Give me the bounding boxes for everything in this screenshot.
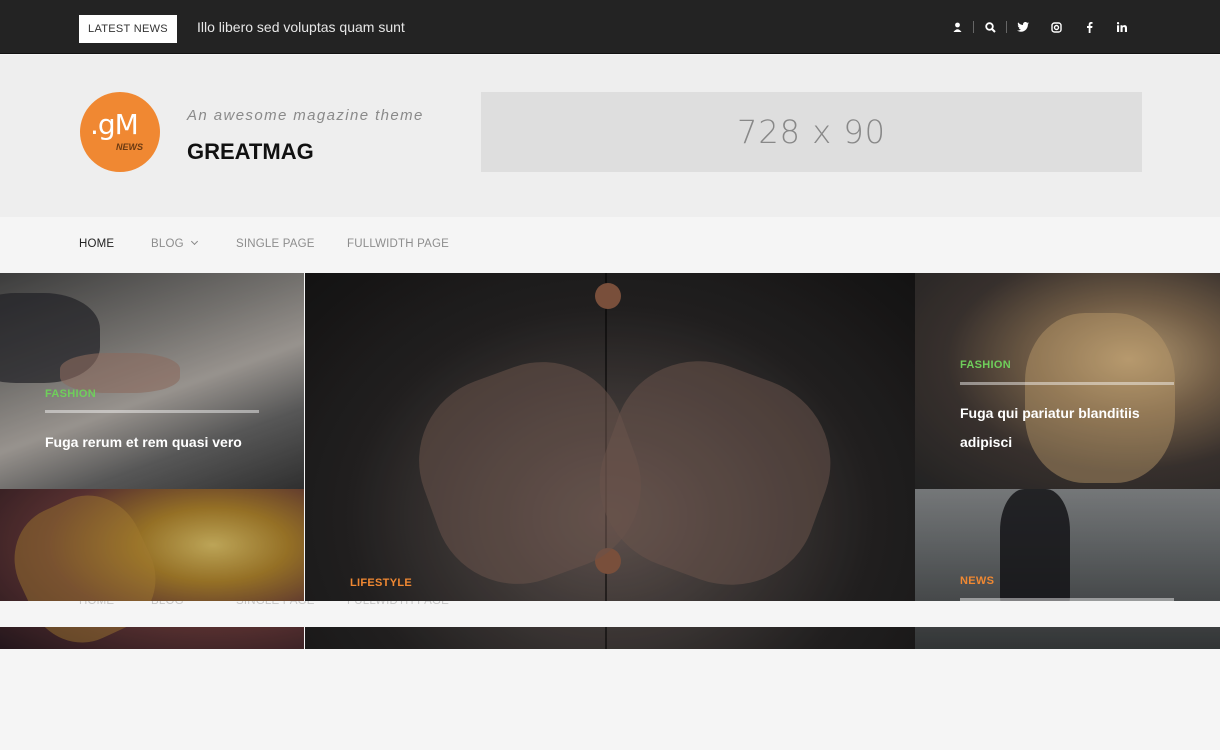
facebook-icon[interactable] [1081,19,1097,35]
social-links [949,19,1130,35]
post-category[interactable]: FASHION [45,388,96,400]
post-title-line-1[interactable]: Fuga qui pariatur blanditiis [960,399,1140,428]
nav-item-home[interactable]: HOME [79,238,114,250]
logo-text: .gM [90,108,139,141]
ad-banner[interactable]: 728 x 90 [481,92,1142,172]
post-title[interactable]: Fuga rerum et rem quasi vero [45,428,242,457]
sticky-nav-item-home[interactable]: HOME [79,601,114,607]
featured-post-1[interactable]: FASHION Fuga rerum et rem quasi vero [0,273,304,489]
nav-item-single-page[interactable]: SINGLE PAGE [236,238,315,250]
top-bar: LATEST NEWS Illo libero sed voluptas qua… [0,0,1220,54]
main-navigation: HOME BLOG SINGLE PAGE FULLWIDTH PAGE [0,217,1220,273]
social-divider [1006,21,1007,33]
nav-item-fullwidth-page[interactable]: FULLWIDTH PAGE [347,238,449,250]
post-category[interactable]: FASHION [960,359,1011,371]
logo-subtext: NEWS [116,142,143,152]
sticky-nav-item-single-page[interactable]: SINGLE PAGE [236,601,315,607]
search-icon[interactable] [982,19,998,35]
featured-posts-grid: FASHION Fuga rerum et rem quasi vero LIF… [0,273,1220,649]
nav-item-blog[interactable]: BLOG [151,237,198,250]
latest-news-headline[interactable]: Illo libero sed voluptas quam sunt [197,19,405,35]
user-icon[interactable] [949,19,965,35]
post-divider [45,410,259,413]
site-title[interactable]: GREATMAG [187,139,314,165]
featured-post-2[interactable]: FASHION Fuga qui pariatur blanditiis adi… [915,273,1220,489]
site-logo[interactable]: .gM NEWS [80,92,160,172]
social-divider [973,21,974,33]
sticky-navigation: HOME BLOG SINGLE PAGE FULLWIDTH PAGE [0,601,1220,627]
site-header: .gM NEWS An awesome magazine theme GREAT… [0,55,1220,217]
sticky-nav-item-fullwidth-page[interactable]: FULLWIDTH PAGE [347,601,449,607]
site-tagline: An awesome magazine theme [187,107,424,124]
post-category[interactable]: NEWS [960,575,994,587]
image-overlay [305,273,915,649]
instagram-icon[interactable] [1048,19,1064,35]
linkedin-icon[interactable] [1114,19,1130,35]
post-divider [960,382,1174,385]
featured-post-main[interactable]: LIFESTYLE [305,273,915,649]
chevron-down-icon [190,237,198,246]
post-title-line-2[interactable]: adipisci [960,428,1012,457]
twitter-icon[interactable] [1015,19,1031,35]
latest-news-badge[interactable]: LATEST NEWS [79,15,177,43]
nav-item-blog-label: BLOG [151,238,184,250]
post-category[interactable]: LIFESTYLE [350,577,412,589]
page-body [0,649,1220,750]
sticky-nav-item-blog[interactable]: BLOG [151,601,184,607]
